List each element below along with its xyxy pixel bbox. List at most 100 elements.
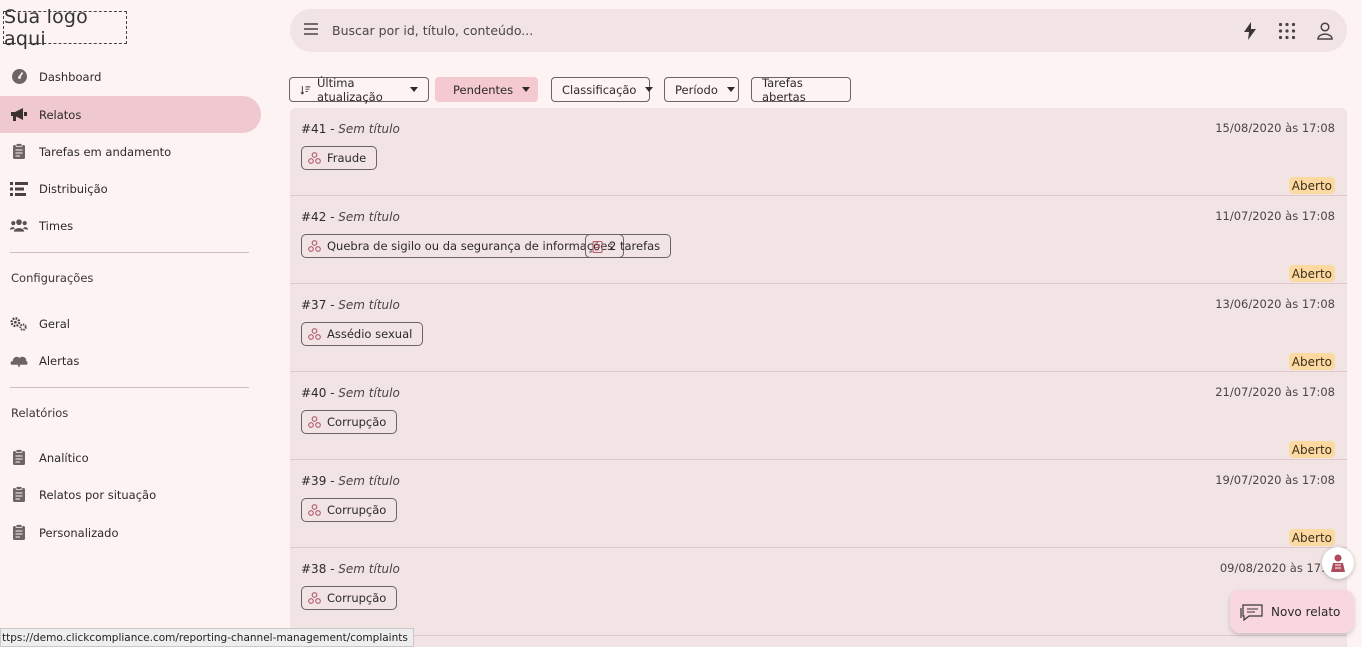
sidebar-item-label: Alertas (39, 353, 80, 368)
tag-label: Fraude (327, 151, 367, 165)
chevron-down-icon (726, 87, 735, 92)
title-separator: - (326, 386, 339, 400)
reports-list: #41 - Sem título 15/08/2020 às 17:08 Fra… (290, 108, 1347, 647)
category-tag[interactable]: Quebra de sigilo ou da segurança de info… (301, 234, 625, 258)
status-badge: Aberto (1288, 529, 1335, 546)
sidebar-item-label: Relatos (39, 107, 82, 122)
category-tag[interactable]: Assédio sexual (301, 322, 424, 346)
report-title: #42 - Sem título (301, 210, 400, 224)
report-id: #40 (301, 386, 327, 400)
report-card[interactable]: #40 - Sem título 21/07/2020 às 17:08 Cor… (290, 372, 1347, 460)
sidebar-item-label: Distribuição (39, 181, 108, 196)
report-card[interactable]: #37 - Sem título 13/06/2020 às 17:08 Ass… (290, 284, 1347, 372)
user-account-icon[interactable] (1315, 21, 1335, 41)
sidebar-item-label: Dashboard (39, 69, 102, 84)
sidebar-item-dashboard[interactable]: Dashboard (0, 58, 261, 95)
assistant-button[interactable] (1322, 547, 1354, 579)
sidebar-divider (10, 252, 249, 253)
new-report-button[interactable]: Novo relato (1230, 590, 1354, 633)
report-date: 13/06/2020 às 17:08 (1215, 297, 1335, 311)
category-icon (308, 504, 321, 516)
search-bar (290, 9, 1347, 52)
clipboard-icon (10, 143, 28, 161)
sidebar-item-label: Geral (39, 316, 70, 331)
chevron-down-icon (522, 87, 531, 92)
pending-filter[interactable]: Pendentes (435, 77, 538, 102)
megaphone-icon (10, 106, 28, 124)
section-heading-relatorios: Relatórios (11, 406, 69, 420)
sidebar-item-relatos-por-situacao[interactable]: Relatos por situação (0, 476, 261, 513)
category-tag[interactable]: Corrupção (301, 410, 398, 434)
open-tasks-filter-label: Tarefas abertas (762, 75, 806, 104)
report-id: #42 (301, 210, 327, 224)
category-icon (308, 328, 321, 340)
distribution-icon (10, 180, 28, 198)
status-badge: Aberto (1288, 441, 1335, 458)
sidebar-item-alertas[interactable]: Alertas (0, 342, 261, 379)
period-filter[interactable]: Período (664, 77, 739, 102)
status-badge: Aberto (1288, 265, 1335, 282)
classification-filter-label: Classificação (562, 82, 637, 97)
link-status-bar: ttps://demo.clickcompliance.com/reportin… (0, 628, 414, 647)
open-tasks-filter[interactable]: Tarefas abertas (751, 75, 851, 104)
report-title: #38 - Sem título (301, 562, 400, 576)
team-icon (10, 217, 28, 235)
sidebar-item-label: Relatos por situação (39, 487, 157, 502)
report-date: 09/08/2020 às 17: (1219, 561, 1325, 575)
report-subtitle: Sem título (338, 122, 400, 136)
report-title: #40 - Sem título (301, 386, 400, 400)
sidebar-item-analitico[interactable]: Analítico (0, 439, 261, 476)
sidebar-item-geral[interactable]: Geral (0, 305, 261, 342)
chevron-down-icon (645, 87, 654, 92)
sidebar-item-label: Tarefas em andamento (39, 144, 172, 159)
sidebar-item-tarefas[interactable]: Tarefas em andamento (0, 133, 261, 170)
tag-label: Assédio sexual (327, 327, 413, 341)
report-card[interactable]: #41 - Sem título 15/08/2020 às 17:08 Fra… (290, 108, 1347, 196)
sort-filter[interactable]: Última atualização (289, 76, 429, 104)
tag-label: 2 tarefas (609, 239, 661, 253)
report-title: #39 - Sem título (301, 474, 400, 488)
title-separator: - (326, 474, 339, 488)
sidebar-item-label: Personalizado (39, 525, 119, 540)
window-edge (1362, 0, 1366, 647)
hamburger-menu-icon[interactable] (303, 22, 321, 40)
lightning-icon[interactable] (1240, 21, 1260, 41)
tasks-tag[interactable]: 2 tarefas (585, 234, 672, 258)
category-icon (308, 152, 321, 164)
classification-filter[interactable]: Classificação (551, 77, 654, 102)
tag-label: Corrupção (327, 503, 387, 517)
tag-label: Quebra de sigilo ou da segurança de info… (327, 239, 614, 253)
logo[interactable]: Sua logo aqui (3, 6, 127, 50)
status-badge: Aberto (1288, 177, 1335, 194)
status-badge: Aberto (1288, 353, 1335, 370)
report-date: 19/07/2020 às 17:08 (1215, 473, 1335, 487)
category-icon (308, 240, 321, 252)
report-date: 11/07/2020 às 17:08 (1215, 209, 1335, 223)
apps-grid-icon[interactable] (1277, 21, 1297, 41)
report-subtitle: Sem título (338, 210, 400, 224)
report-card[interactable]: #42 - Sem título 11/07/2020 às 17:08 Que… (290, 196, 1347, 284)
report-id: #37 (301, 298, 327, 312)
report-card[interactable]: #38 - Sem título 09/08/2020 às 17: Corru… (290, 548, 1347, 636)
tag-label: Corrupção (327, 591, 387, 605)
category-tag[interactable]: Corrupção (301, 586, 398, 610)
report-card[interactable]: #39 - Sem título 19/07/2020 às 17:08 Cor… (290, 460, 1347, 548)
sidebar-item-relatos[interactable]: Relatos (0, 96, 261, 133)
category-icon (308, 416, 321, 428)
category-tag[interactable]: Corrupção (301, 498, 398, 522)
gears-icon (10, 315, 28, 333)
sidebar-item-personalizado[interactable]: Personalizado (0, 514, 261, 551)
tag-label: Corrupção (327, 415, 387, 429)
title-separator: - (326, 210, 339, 224)
sort-icon (300, 85, 311, 95)
report-id: #39 (301, 474, 327, 488)
sidebar-divider (10, 387, 249, 388)
search-input[interactable] (332, 19, 1212, 42)
alerts-icon (10, 352, 28, 370)
period-filter-label: Período (675, 82, 718, 97)
clipboard-icon (10, 486, 28, 504)
sidebar-item-distribuicao[interactable]: Distribuição (0, 170, 261, 207)
sidebar-item-times[interactable]: Times (0, 207, 261, 244)
category-tag[interactable]: Fraude (301, 146, 378, 170)
report-subtitle: Sem título (338, 562, 400, 576)
